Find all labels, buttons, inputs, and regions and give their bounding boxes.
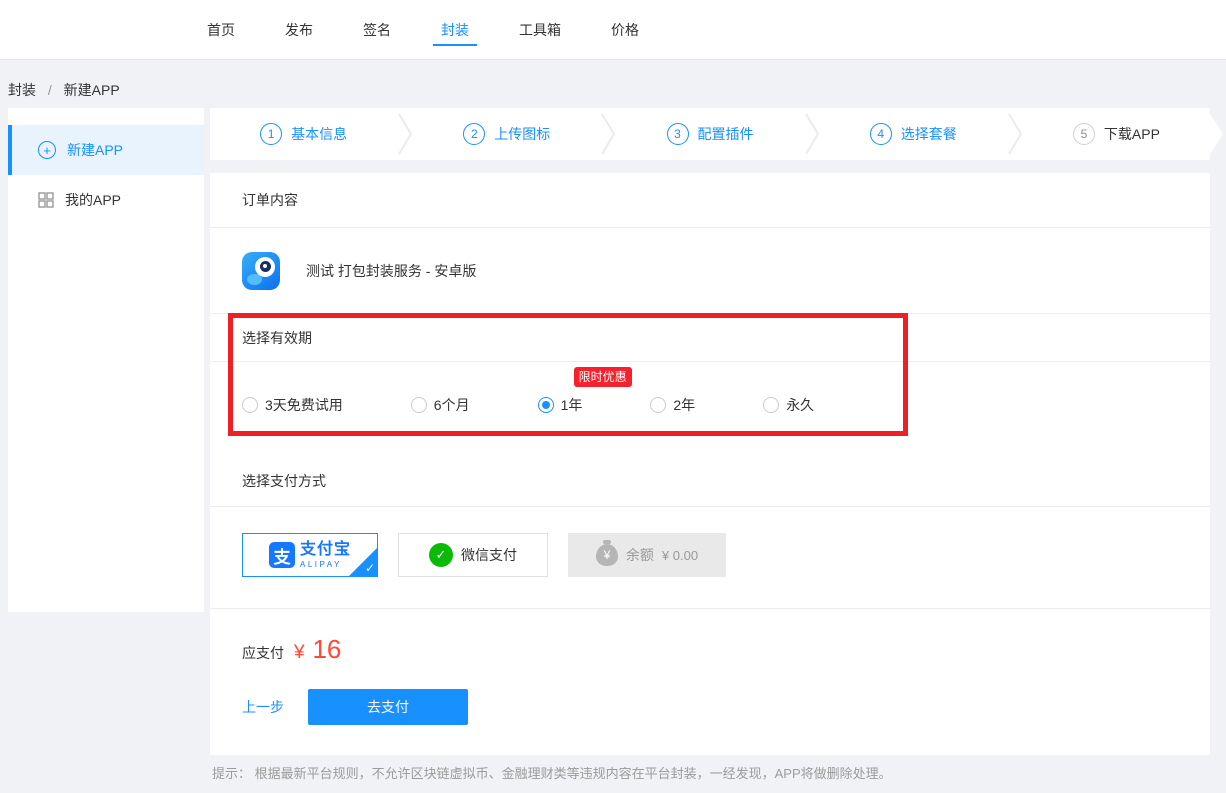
balance-label: 余额: [626, 545, 654, 565]
radio-validity-forever[interactable]: 永久: [763, 395, 814, 415]
total-price: ¥ 16: [294, 634, 341, 665]
step-number: 5: [1073, 123, 1095, 145]
tab-home[interactable]: 首页: [207, 0, 235, 59]
radio-label: 永久: [786, 395, 814, 415]
payment-balance-disabled: ¥ 余额 ¥ 0.00: [568, 533, 726, 577]
radio-label: 1年: [561, 395, 583, 415]
step-label: 基本信息: [291, 124, 347, 144]
chevron-separator-icon: [600, 113, 616, 155]
radio-icon: [242, 397, 258, 413]
wizard-end-arrow: [1210, 114, 1223, 154]
wizard-step-configure-plugins: 3 配置插件: [616, 123, 803, 145]
breadcrumb-separator: /: [48, 82, 52, 98]
wizard-step-download-app: 5 下载APP: [1023, 123, 1210, 145]
breadcrumb-current: 新建APP: [64, 82, 120, 98]
radio-label: 6个月: [434, 395, 470, 415]
payment-methods: 支 支付宝 ALIPAY ✓ ✓ 微信支付 ¥ 余额 ¥ 0.00: [210, 507, 1210, 609]
radio-label: 3天免费试用: [265, 395, 343, 415]
money-bag-icon: ¥: [596, 544, 618, 566]
step-label: 配置插件: [698, 124, 754, 144]
radio-icon: [411, 397, 427, 413]
step-number: 3: [667, 123, 689, 145]
tip-text: 根据最新平台规则，不允许区块链虚拟币、金融理财类等违规内容在平台封装，一经发现，…: [255, 766, 892, 781]
balance-amount: ¥ 0.00: [662, 548, 698, 563]
wizard-step-basic-info: 1 基本信息: [210, 123, 397, 145]
plus-circle-icon: +: [38, 141, 56, 159]
step-label: 上传图标: [494, 124, 550, 144]
total-label: 应支付: [242, 643, 284, 663]
previous-step-link[interactable]: 上一步: [242, 697, 284, 717]
radio-validity-1-year[interactable]: 限时优惠 1年: [538, 395, 583, 415]
step-label: 下载APP: [1104, 124, 1160, 144]
tab-publish[interactable]: 发布: [285, 0, 313, 59]
sidebar-item-label: 新建APP: [67, 140, 123, 160]
step-number: 2: [463, 123, 485, 145]
wizard-step-choose-plan: 4 选择套餐: [820, 123, 1007, 145]
validity-section-title: 选择有效期: [210, 314, 1210, 362]
order-card: 订单内容 测试 打包封装服务 - 安卓版 选择有效期 3天免费试用 6个月 限时…: [210, 173, 1210, 755]
selected-check-icon: ✓: [365, 561, 375, 575]
tab-toolbox[interactable]: 工具箱: [519, 0, 561, 59]
radio-label: 2年: [673, 395, 695, 415]
grid-icon: [38, 192, 54, 208]
chevron-separator-icon: [1007, 113, 1023, 155]
app-icon-lens: [255, 257, 275, 277]
footer-tip: 提示： 根据最新平台规则，不允许区块链虚拟币、金融理财类等违规内容在平台封装，一…: [212, 763, 1212, 782]
payment-wechat[interactable]: ✓ 微信支付: [398, 533, 548, 577]
alipay-wordmark: 支付宝 ALIPAY: [300, 542, 351, 569]
step-label: 选择套餐: [901, 124, 957, 144]
radio-validity-3day-trial[interactable]: 3天免费试用: [242, 395, 343, 415]
tab-pricing[interactable]: 价格: [611, 0, 639, 59]
breadcrumb-package[interactable]: 封装: [8, 82, 36, 98]
radio-validity-6-months[interactable]: 6个月: [411, 395, 470, 415]
alipay-logo-icon: 支: [269, 542, 295, 568]
validity-options: 3天免费试用 6个月 限时优惠 1年 2年 永久: [210, 362, 1210, 448]
radio-validity-2-years[interactable]: 2年: [650, 395, 695, 415]
radio-icon: [538, 397, 554, 413]
step-number: 1: [260, 123, 282, 145]
tip-label: 提示：: [212, 766, 251, 781]
tab-signature[interactable]: 签名: [363, 0, 391, 59]
wechat-label: 微信支付: [461, 545, 517, 565]
radio-icon: [763, 397, 779, 413]
sidebar-item-label: 我的APP: [65, 190, 121, 210]
step-number: 4: [870, 123, 892, 145]
top-nav: 首页 发布 签名 封装 工具箱 价格: [0, 0, 1226, 60]
order-content-title: 订单内容: [210, 173, 1210, 228]
breadcrumb: 封装 / 新建APP: [8, 80, 120, 100]
sidebar-item-my-apps[interactable]: 我的APP: [8, 175, 204, 225]
actions-row: 上一步 去支付: [210, 665, 1210, 755]
payment-alipay[interactable]: 支 支付宝 ALIPAY ✓: [242, 533, 378, 577]
limited-offer-badge: 限时优惠: [574, 367, 632, 387]
product-row: 测试 打包封装服务 - 安卓版: [210, 228, 1210, 314]
total-amount: 16: [312, 634, 341, 664]
tab-package[interactable]: 封装: [441, 0, 469, 59]
chevron-separator-icon: [804, 113, 820, 155]
radio-icon: [650, 397, 666, 413]
sidebar: + 新建APP 我的APP: [8, 108, 204, 612]
go-pay-button[interactable]: 去支付: [308, 689, 468, 725]
currency-symbol: ¥: [294, 642, 305, 663]
product-name: 测试 打包封装服务 - 安卓版: [306, 261, 476, 281]
sidebar-item-new-app[interactable]: + 新建APP: [8, 125, 204, 175]
payment-section-title: 选择支付方式: [210, 448, 1210, 507]
total-row: 应支付 ¥ 16: [210, 609, 1210, 665]
wechat-icon: ✓: [429, 543, 453, 567]
chevron-separator-icon: [397, 113, 413, 155]
step-wizard: 1 基本信息 2 上传图标 3 配置插件 4 选择套餐 5 下载APP: [210, 108, 1210, 160]
wizard-step-upload-icon: 2 上传图标: [413, 123, 600, 145]
app-icon: [242, 252, 280, 290]
